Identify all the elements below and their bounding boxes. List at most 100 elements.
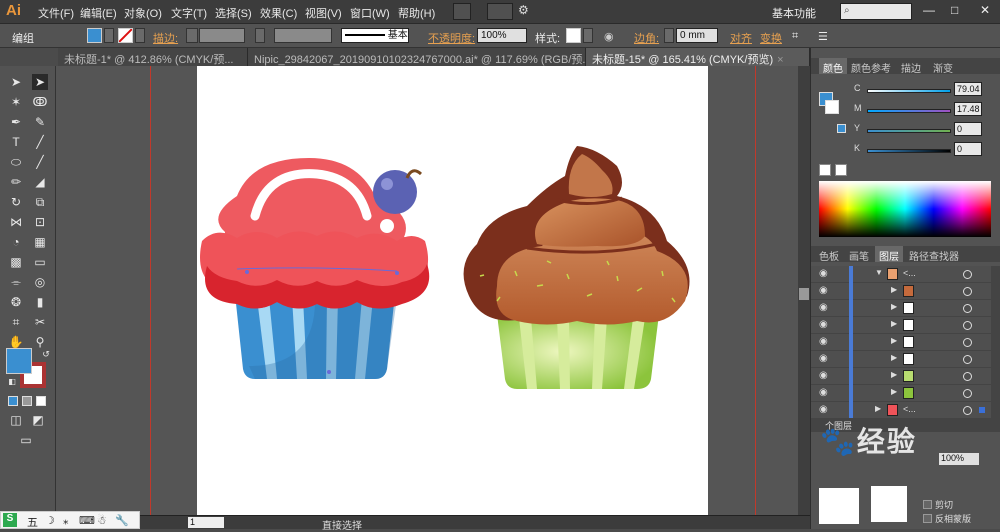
moon-icon[interactable]: ☽: [45, 514, 55, 527]
width-tool-icon[interactable]: ⋈: [8, 214, 24, 230]
target-circle-icon[interactable]: [963, 304, 972, 313]
panel-mini-swatch[interactable]: [837, 124, 846, 133]
target-circle-icon[interactable]: [963, 389, 972, 398]
default-colors-icon[interactable]: ◧: [4, 374, 20, 390]
channel-m-slider[interactable]: [867, 109, 951, 113]
blend-tool-icon[interactable]: ◎: [32, 274, 48, 290]
recolor-icon[interactable]: ◉: [604, 30, 614, 43]
gradient-tool-icon[interactable]: ▭: [32, 254, 48, 270]
layer-row[interactable]: ◉ ▼ <...: [811, 266, 991, 283]
variable-width-dropdown[interactable]: [255, 28, 265, 43]
color-mode-icon[interactable]: [8, 396, 18, 406]
opacity-input[interactable]: 100%: [477, 28, 527, 43]
stroke-style-dropdown[interactable]: 基本: [341, 28, 409, 43]
visibility-eye-icon[interactable]: ◉: [819, 285, 828, 296]
arrange-documents-icon[interactable]: [487, 3, 513, 20]
menu-help[interactable]: 帮助(H): [398, 5, 435, 21]
layer-row[interactable]: ◉ ▶: [811, 334, 991, 351]
menu-effect[interactable]: 效果(C): [260, 5, 297, 21]
layer-row[interactable]: ◉ ▶: [811, 385, 991, 402]
chocolate-cupcake[interactable]: [463, 146, 690, 389]
corner-label[interactable]: 边角:: [634, 30, 659, 46]
scrollbar-thumb[interactable]: [799, 288, 809, 300]
screen-mode-icon[interactable]: ▭: [18, 432, 34, 448]
visibility-eye-icon[interactable]: ◉: [819, 268, 828, 279]
selection-tool-icon[interactable]: ➤: [8, 74, 24, 90]
graphic-style-dropdown[interactable]: [583, 28, 593, 43]
visibility-eye-icon[interactable]: ◉: [819, 353, 828, 364]
lasso-tool-icon[interactable]: ↂ: [32, 94, 48, 110]
artboard-tool-icon[interactable]: ⌗: [8, 314, 24, 330]
layer-row[interactable]: ◉ ▶ <...: [811, 402, 991, 419]
swap-colors-icon[interactable]: ↺: [38, 346, 54, 362]
minimize-button[interactable]: —: [923, 3, 935, 17]
channel-k-slider[interactable]: [867, 149, 951, 153]
gpu-performance-icon[interactable]: ⚙: [518, 3, 536, 20]
target-circle-icon[interactable]: [963, 338, 972, 347]
expand-arrow-icon[interactable]: ▶: [891, 285, 897, 294]
type-tool-icon[interactable]: T: [8, 134, 24, 150]
eraser-tool-icon[interactable]: ◢: [32, 174, 48, 190]
none-swatch[interactable]: [819, 164, 831, 176]
expand-arrow-icon[interactable]: ▶: [891, 387, 897, 396]
free-transform-tool-icon[interactable]: ⊡: [32, 214, 48, 230]
tab-brushes[interactable]: 画笔: [845, 246, 873, 263]
fill-swatch[interactable]: [87, 28, 102, 43]
clip-checkbox[interactable]: [923, 500, 932, 509]
ime-logo-icon[interactable]: S: [3, 513, 17, 527]
invert-mask-checkbox[interactable]: [923, 514, 932, 523]
target-circle-icon[interactable]: [963, 270, 972, 279]
close-tab-icon[interactable]: ×: [777, 54, 783, 66]
target-circle-icon[interactable]: [963, 355, 972, 364]
expand-arrow-icon[interactable]: ▶: [891, 319, 897, 328]
close-button[interactable]: ✕: [980, 3, 990, 17]
options-icon[interactable]: ☰: [818, 30, 828, 43]
line-tool-icon[interactable]: ╱: [32, 134, 48, 150]
draw-normal-icon[interactable]: ◫: [8, 412, 24, 428]
blue-cupcake[interactable]: [200, 158, 430, 379]
layer-row[interactable]: ◉ ▶: [811, 283, 991, 300]
menu-type[interactable]: 文字(T): [171, 5, 207, 21]
channel-k-input[interactable]: 0: [954, 142, 982, 156]
layer-row[interactable]: ◉ ▶: [811, 368, 991, 385]
channel-c-slider[interactable]: [867, 89, 951, 93]
channel-c-input[interactable]: 79.04: [954, 82, 982, 96]
stroke-dropdown[interactable]: [135, 28, 145, 43]
expand-arrow-icon[interactable]: ▶: [891, 353, 897, 362]
eyedropper-tool-icon[interactable]: ⌯: [8, 274, 24, 290]
stroke-label[interactable]: 描边:: [153, 30, 178, 46]
expand-arrow-icon[interactable]: ▶: [875, 404, 881, 413]
slice-tool-icon[interactable]: ✂: [32, 314, 48, 330]
symbol-sprayer-tool-icon[interactable]: ❂: [8, 294, 24, 310]
magic-wand-tool-icon[interactable]: ✶: [8, 94, 24, 110]
tab-color[interactable]: 颜色: [819, 58, 847, 75]
scale-tool-icon[interactable]: ⧉: [32, 194, 48, 210]
menu-view[interactable]: 视图(V): [305, 5, 342, 21]
mesh-tool-icon[interactable]: ▩: [8, 254, 24, 270]
opacity-label[interactable]: 不透明度:: [428, 30, 475, 46]
visibility-eye-icon[interactable]: ◉: [819, 302, 828, 313]
vertical-scrollbar[interactable]: [798, 66, 810, 515]
punctuation-icon[interactable]: ⁎: [63, 514, 69, 527]
visibility-eye-icon[interactable]: ◉: [819, 336, 828, 347]
pencil-tool-icon[interactable]: ✏: [8, 174, 24, 190]
workspace-switcher[interactable]: 基本功能: [772, 5, 816, 21]
tab-document-3[interactable]: 未标题-15* @ 165.41% (CMYK/预览) ×: [586, 48, 810, 66]
gradient-mode-icon[interactable]: [22, 396, 32, 406]
corner-stepper[interactable]: [664, 28, 674, 43]
brush-definition-dropdown[interactable]: [274, 28, 332, 43]
tab-pathfinder[interactable]: 路径查找器: [905, 246, 963, 263]
graphic-style-swatch[interactable]: [566, 28, 581, 43]
pen-tool-icon[interactable]: ✒: [8, 114, 24, 130]
menu-window[interactable]: 窗口(W): [350, 5, 390, 21]
maximize-button[interactable]: □: [951, 3, 958, 17]
channel-m-input[interactable]: 17.48: [954, 102, 982, 116]
channel-y-input[interactable]: 0: [954, 122, 982, 136]
expand-arrow-icon[interactable]: ▶: [891, 302, 897, 311]
visibility-eye-icon[interactable]: ◉: [819, 387, 828, 398]
channel-y-slider[interactable]: [867, 129, 951, 133]
align-link[interactable]: 对齐: [730, 30, 752, 46]
menu-edit[interactable]: 编辑(E): [80, 5, 117, 21]
white-swatch[interactable]: [835, 164, 847, 176]
tab-gradient[interactable]: 渐变: [929, 58, 957, 75]
